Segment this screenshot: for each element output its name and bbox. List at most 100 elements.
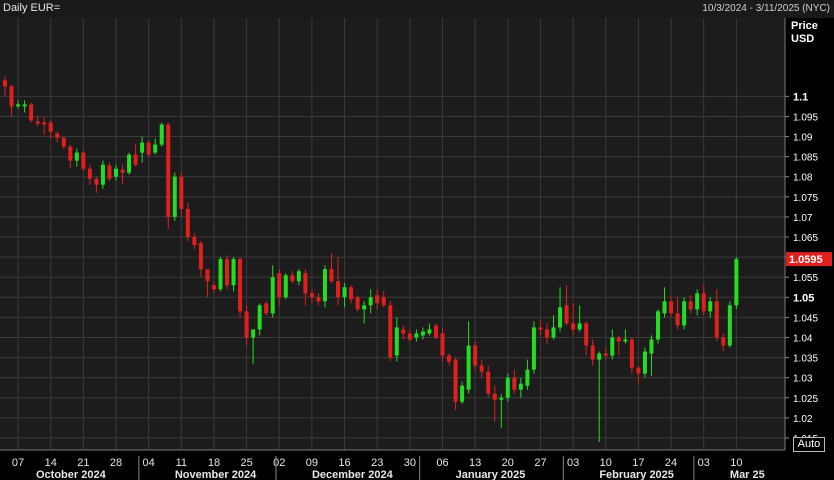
candle-body bbox=[525, 369, 530, 386]
candle-body bbox=[473, 345, 478, 366]
candle-body bbox=[721, 337, 726, 346]
candle-body bbox=[198, 243, 203, 270]
candle-body bbox=[290, 275, 295, 282]
candle-body bbox=[218, 259, 223, 290]
candle-body bbox=[35, 121, 40, 124]
candle-body bbox=[94, 178, 99, 185]
x-tick-label: 10 bbox=[730, 457, 742, 469]
candle-body bbox=[225, 259, 230, 286]
candle-body bbox=[381, 297, 386, 306]
x-tick-label: 04 bbox=[143, 457, 155, 469]
y-tick-label: 1.05 bbox=[793, 292, 814, 304]
candle-body bbox=[9, 86, 14, 107]
x-tick-label: 28 bbox=[110, 457, 122, 469]
candle-body bbox=[610, 337, 615, 356]
candle-body bbox=[662, 301, 667, 314]
x-tick-label: 24 bbox=[665, 457, 677, 469]
candle-body bbox=[544, 329, 549, 338]
candle-body bbox=[453, 359, 458, 402]
candle-body bbox=[211, 285, 216, 290]
x-tick-label: 03 bbox=[567, 457, 579, 469]
y-tick-label: 1.03 bbox=[793, 374, 813, 385]
candle-body bbox=[727, 305, 732, 346]
candle-body bbox=[329, 269, 334, 282]
candle-body bbox=[714, 301, 719, 338]
candle-body bbox=[669, 301, 674, 314]
candle-body bbox=[22, 104, 27, 107]
candle-body bbox=[277, 273, 282, 298]
last-price-label: 1.0595 bbox=[789, 254, 823, 266]
candle-body bbox=[68, 146, 73, 161]
candle-body bbox=[283, 275, 288, 298]
month-label: January 2025 bbox=[456, 469, 526, 480]
y-tick-label: 1.095 bbox=[793, 112, 818, 123]
candle-body bbox=[192, 237, 197, 246]
candle-body bbox=[433, 325, 438, 338]
y-tick-label: 1.035 bbox=[793, 354, 818, 365]
month-label: Mar 25 bbox=[730, 469, 765, 480]
x-tick-label: 20 bbox=[502, 457, 514, 469]
candle-body bbox=[107, 165, 112, 179]
y-tick-label: 1.055 bbox=[793, 273, 818, 284]
candle-body bbox=[623, 339, 628, 342]
chart-window: Daily EUR= 10/3/2024 - 3/11/2025 (NYC) P… bbox=[0, 0, 834, 480]
candle-body bbox=[401, 329, 406, 334]
x-tick-label: 16 bbox=[338, 457, 350, 469]
candle-body bbox=[708, 301, 713, 312]
candle-body bbox=[499, 397, 504, 400]
candlestick-chart: 1.0151.021.0251.031.0351.041.0451.051.05… bbox=[0, 18, 832, 480]
x-tick-label: 14 bbox=[45, 457, 57, 469]
candle-body bbox=[682, 301, 687, 326]
y-tick-label: 1.07 bbox=[793, 213, 813, 224]
candle-body bbox=[238, 259, 243, 312]
x-tick-label: 18 bbox=[208, 457, 220, 469]
candle-body bbox=[603, 353, 608, 356]
candle-body bbox=[642, 351, 647, 374]
candle-body bbox=[577, 323, 582, 330]
candle-body bbox=[460, 385, 465, 402]
candle-body bbox=[355, 297, 360, 310]
candle-body bbox=[322, 269, 327, 302]
candle-body bbox=[440, 333, 445, 356]
month-label: December 2024 bbox=[312, 469, 394, 480]
candle-body bbox=[61, 137, 66, 147]
candle-body bbox=[564, 305, 569, 324]
candle-body bbox=[427, 329, 432, 334]
candle-body bbox=[675, 313, 680, 326]
x-tick-label: 02 bbox=[273, 457, 285, 469]
candle-body bbox=[336, 281, 341, 298]
candle-body bbox=[512, 377, 517, 390]
candle-body bbox=[303, 273, 308, 294]
x-tick-label: 13 bbox=[469, 457, 481, 469]
candle-body bbox=[257, 305, 262, 330]
y-tick-label: 1.1 bbox=[793, 91, 808, 103]
candle-body bbox=[688, 301, 693, 310]
y-tick-label: 1.045 bbox=[793, 313, 818, 324]
y-tick-label: 1.02 bbox=[793, 414, 813, 425]
candle-body bbox=[420, 331, 425, 336]
x-tick-label: 23 bbox=[371, 457, 383, 469]
candle-body bbox=[172, 176, 177, 217]
candle-body bbox=[133, 154, 138, 165]
x-tick-label: 25 bbox=[240, 457, 252, 469]
candle-body bbox=[597, 353, 602, 360]
candle-body bbox=[466, 345, 471, 390]
candle-body bbox=[231, 259, 236, 286]
candle-body bbox=[571, 323, 576, 330]
candle-body bbox=[146, 142, 151, 155]
auto-scale-button[interactable]: Auto bbox=[793, 437, 825, 452]
candle-body bbox=[590, 345, 595, 360]
candle-body bbox=[205, 269, 210, 282]
candle-body bbox=[407, 333, 412, 340]
candle-body bbox=[270, 277, 275, 314]
candle-body bbox=[368, 297, 373, 306]
candle-body bbox=[447, 355, 452, 362]
candle-body bbox=[114, 168, 119, 177]
candle-body bbox=[81, 152, 86, 169]
candle-body bbox=[120, 169, 125, 173]
candle-body bbox=[74, 152, 79, 161]
candle-body bbox=[656, 311, 660, 340]
candle-body bbox=[42, 122, 47, 125]
candle-body bbox=[629, 339, 634, 368]
candle-body bbox=[87, 168, 92, 179]
